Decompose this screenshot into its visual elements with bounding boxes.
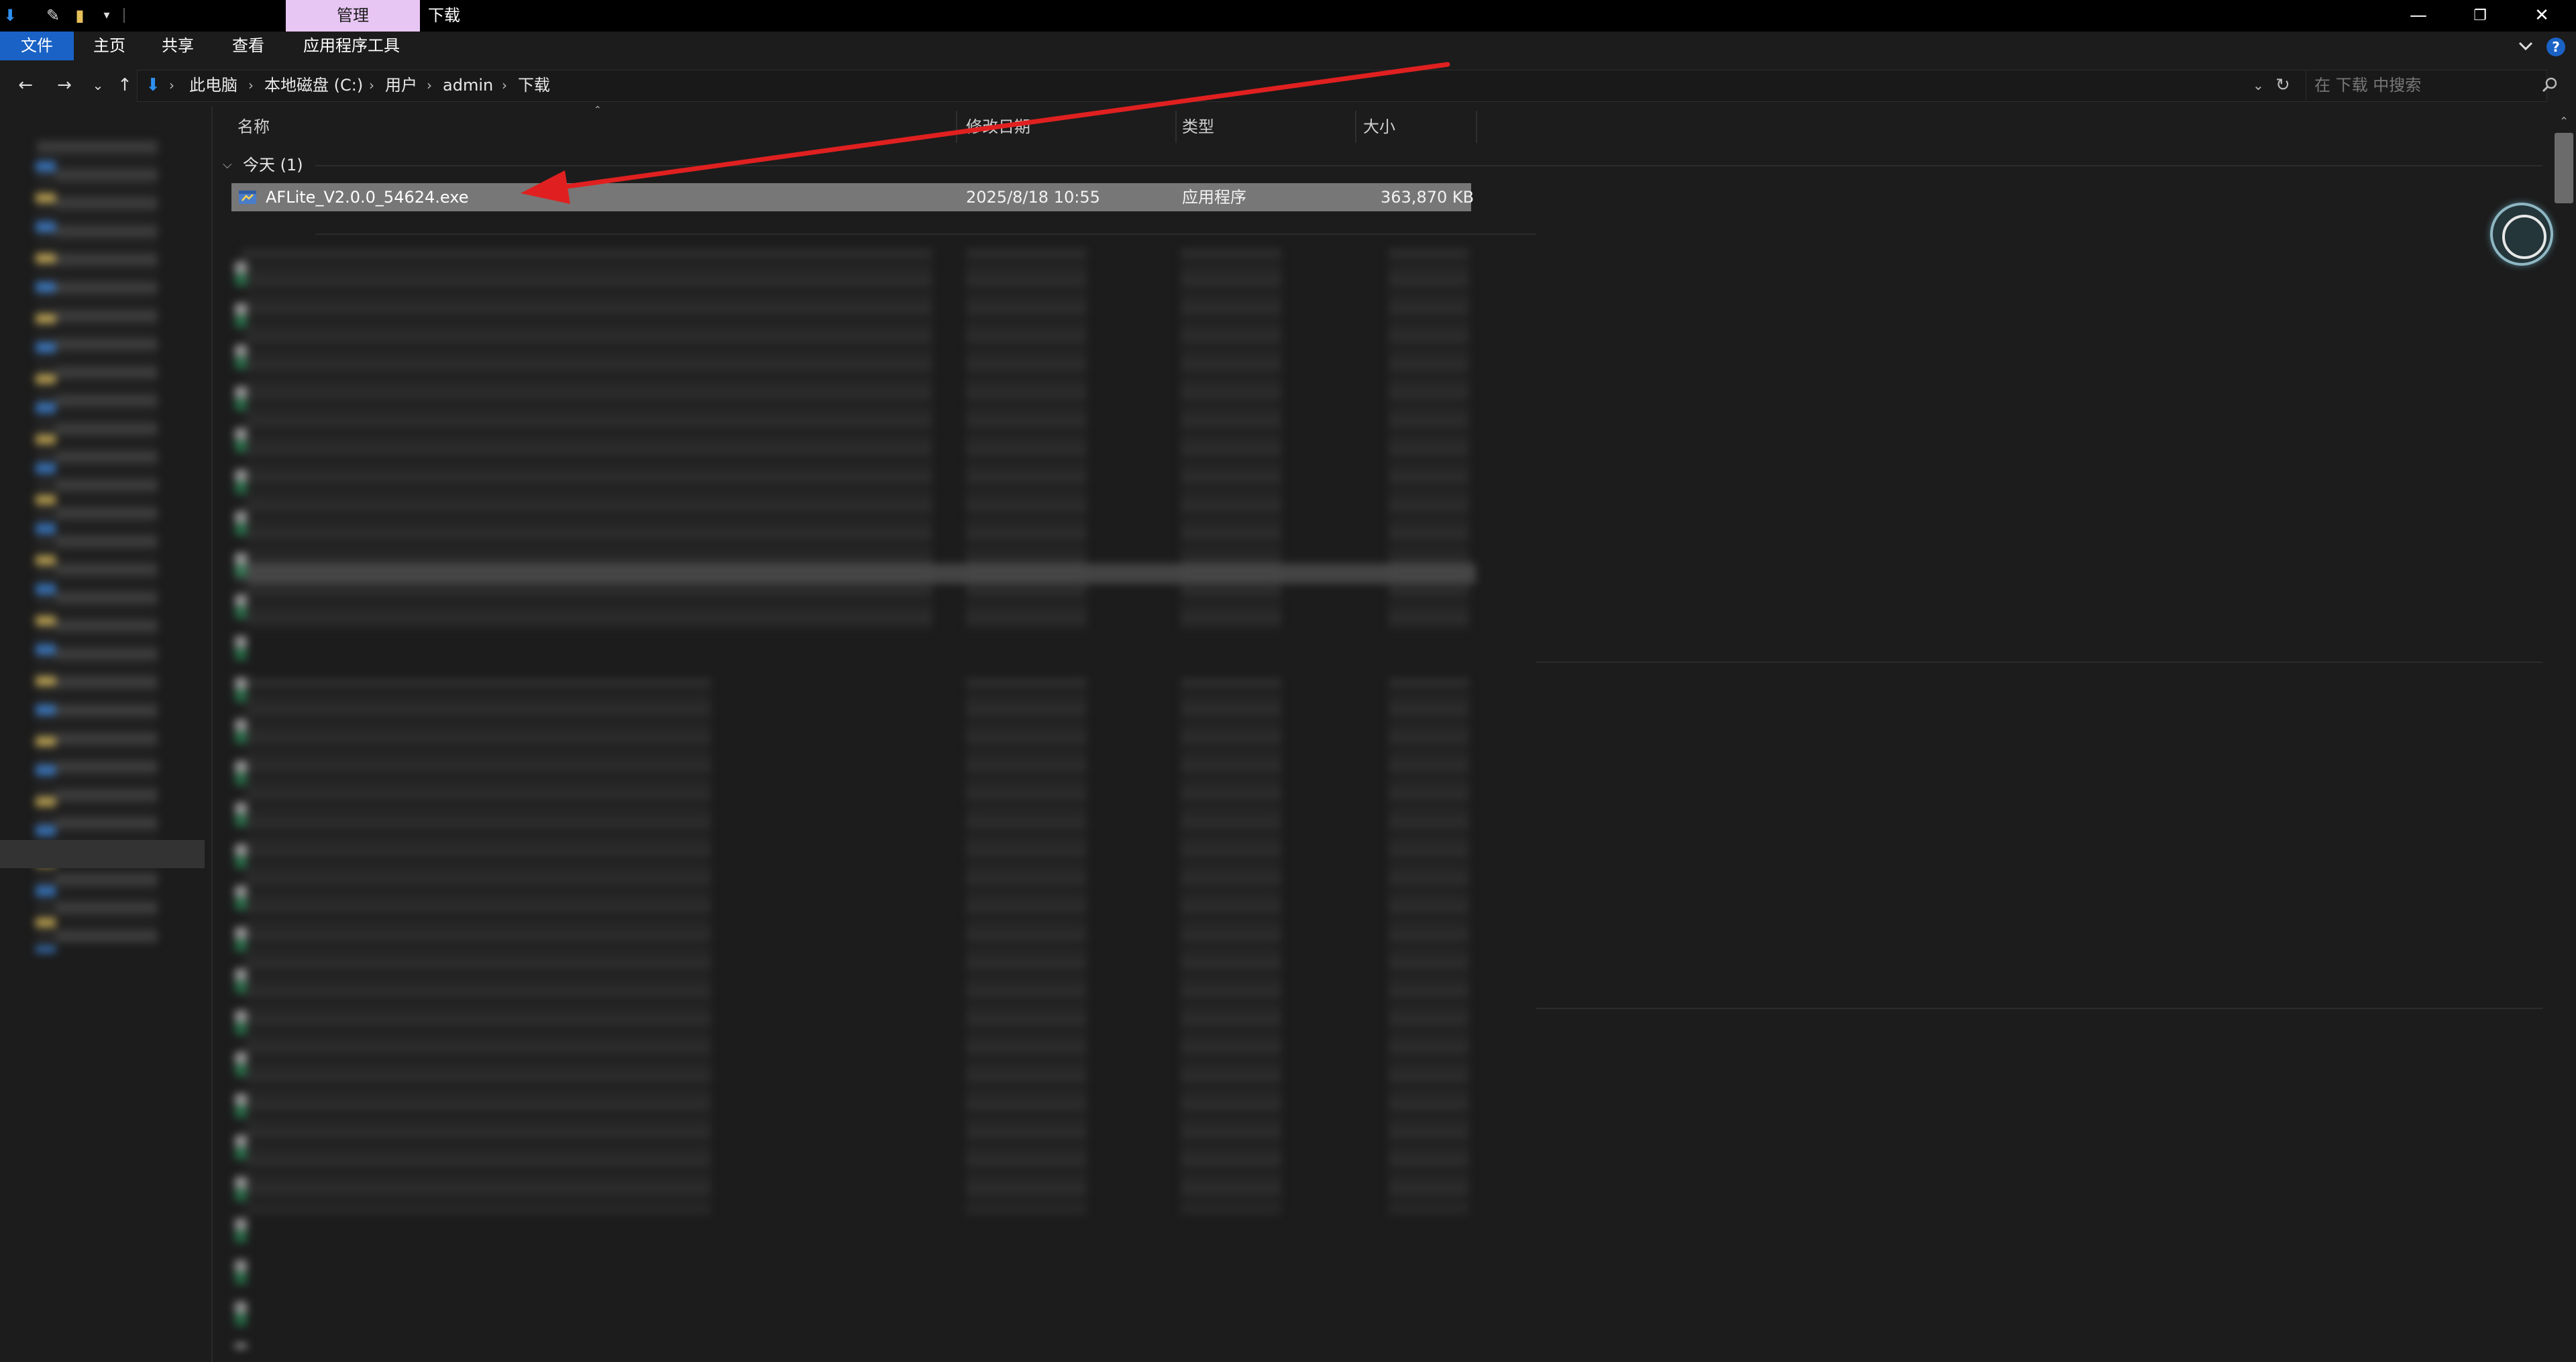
breadcrumb-local-disk[interactable]: 本地磁盘 (C:) — [264, 70, 363, 101]
breadcrumb-downloads[interactable]: 下载 — [518, 70, 550, 101]
column-divider[interactable] — [1175, 111, 1177, 143]
scrollbar-thumb[interactable] — [2555, 133, 2573, 203]
column-header-size[interactable]: 大小 — [1363, 111, 1395, 143]
column-divider[interactable] — [956, 111, 957, 143]
download-folder-icon: ⬇ — [3, 6, 17, 25]
file-type: 应用程序 — [1182, 188, 1246, 207]
breadcrumb-separator[interactable]: › — [369, 70, 374, 101]
file-name[interactable]: AFLite_V2.0.0_54624.exe — [266, 183, 468, 211]
breadcrumb-separator[interactable]: › — [502, 70, 507, 101]
up-button[interactable]: ↑ — [111, 72, 138, 98]
scroll-up-arrow-icon[interactable]: ⌃ — [2553, 111, 2575, 132]
navigation-pane-selected-item[interactable] — [0, 840, 205, 868]
group-divider — [315, 165, 2542, 166]
group-header-today[interactable]: 今天 (1) — [243, 153, 303, 177]
tab-home[interactable]: 主页 — [93, 32, 125, 60]
restore-button[interactable]: ❐ — [2450, 0, 2510, 32]
tab-manage[interactable]: 管理 — [286, 0, 420, 32]
breadcrumb-separator[interactable]: › — [248, 70, 254, 101]
address-history-dropdown[interactable]: ⌄ — [2253, 70, 2264, 101]
tab-application-tools[interactable]: 应用程序工具 — [303, 32, 400, 60]
refresh-icon[interactable]: ↻ — [2275, 70, 2290, 101]
help-icon[interactable]: ? — [2546, 38, 2565, 56]
chevron-down-icon[interactable] — [2514, 35, 2537, 58]
qat-divider — [123, 8, 125, 23]
tab-view[interactable]: 查看 — [232, 32, 264, 60]
forward-button[interactable]: → — [51, 72, 78, 98]
breadcrumb-separator[interactable]: › — [169, 70, 174, 101]
group-collapse-icon[interactable]: ⌵ — [223, 153, 232, 177]
breadcrumb-users[interactable]: 用户 — [385, 70, 417, 101]
breadcrumb-separator[interactable]: › — [427, 70, 432, 101]
file-size: 363,870 KB — [1381, 188, 1474, 207]
breadcrumb-admin[interactable]: admin — [443, 70, 493, 101]
tab-file[interactable]: 文件 — [0, 32, 74, 60]
download-folder-icon: ⬇ — [146, 75, 160, 95]
column-header-name[interactable]: 名称 — [237, 111, 270, 143]
sort-ascending-icon: ⌃ — [594, 105, 602, 115]
column-header-modified[interactable]: 修改日期 — [966, 111, 1030, 143]
breadcrumb-this-pc[interactable]: 此电脑 — [189, 70, 237, 101]
group-divider — [1536, 662, 2542, 663]
recent-locations-button[interactable]: ⌄ — [85, 72, 111, 98]
tab-share[interactable]: 共享 — [162, 32, 194, 60]
application-icon — [238, 189, 258, 206]
customize-qat-button[interactable]: ▾ — [97, 5, 117, 25]
group-divider — [1536, 1008, 2542, 1009]
properties-icon[interactable]: ✎ — [43, 5, 63, 25]
column-header-type[interactable]: 类型 — [1182, 111, 1214, 143]
search-placeholder: 在 下载 中搜索 — [2314, 76, 2422, 95]
column-divider[interactable] — [1355, 111, 1356, 143]
redacted-file-list — [235, 221, 1476, 1362]
vertical-scrollbar[interactable] — [2552, 114, 2576, 1362]
minimize-button[interactable]: — — [2388, 0, 2449, 32]
floating-assistant-button[interactable] — [2490, 203, 2553, 266]
new-folder-icon[interactable]: ▮ — [70, 5, 90, 25]
file-modified: 2025/8/18 10:55 — [966, 188, 1100, 207]
close-button[interactable]: ✕ — [2512, 0, 2572, 32]
back-button[interactable]: ← — [12, 72, 39, 98]
window-title: 下载 — [428, 6, 460, 25]
search-icon[interactable] — [2540, 75, 2560, 95]
column-divider[interactable] — [1476, 111, 1477, 143]
navigation-pane-redacted — [30, 134, 205, 953]
